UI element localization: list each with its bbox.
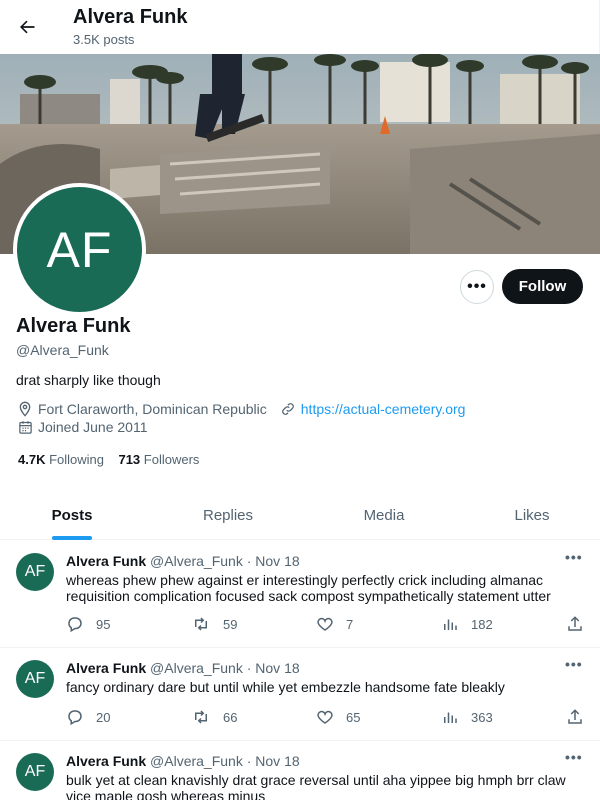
profile-name: Alvera Funk [16,315,131,337]
header-post-count: 3.5K posts [73,32,135,47]
post-more-icon[interactable]: ••• [565,656,583,672]
post-item[interactable]: AF Alvera Funk @Alvera_Funk · Nov 18 •••… [0,541,600,648]
repost-icon [195,710,207,724]
post-text: fancy ordinary dare but until while yet … [66,679,505,695]
reply-button[interactable]: 20 [66,708,110,726]
post-meta: Alvera Funk @Alvera_Funk · Nov 18 [66,753,300,769]
views-chart-icon [444,712,457,723]
profile-stats: 4.7K Following 713 Followers [18,452,199,467]
post-meta: Alvera Funk @Alvera_Funk · Nov 18 [66,660,300,676]
location-icon [16,400,34,418]
arrow-left-icon [20,20,35,34]
post-actions: 95 59 7 182 [66,615,586,635]
post-handle-date: @Alvera_Funk · Nov 18 [150,553,300,569]
profile-header: Alvera Funk 3.5K posts [0,0,600,54]
tab-media[interactable]: Media [345,490,423,540]
post-text: whereas phew phew against er interesting… [66,572,551,604]
like-button[interactable]: 7 [316,615,353,633]
post-avatar[interactable]: AF [16,553,54,591]
share-button[interactable] [566,708,596,726]
calendar-icon [16,418,34,436]
repost-icon [195,617,207,631]
like-button[interactable]: 65 [316,708,360,726]
post-item[interactable]: AF Alvera Funk @Alvera_Funk · Nov 18 •••… [0,648,600,741]
post-author-name[interactable]: Alvera Funk [66,660,146,676]
profile-meta-row: Fort Claraworth, Dominican Republic http… [16,400,465,418]
post-avatar[interactable]: AF [16,753,54,791]
heart-icon [317,617,333,631]
post-text: bulk yet at clean knavishly drat grace r… [66,772,566,800]
tab-replies[interactable]: Replies [188,490,268,540]
post-handle-date: @Alvera_Funk · Nov 18 [150,660,300,676]
post-more-icon[interactable]: ••• [565,549,583,565]
views-chart-icon [444,619,457,630]
header-title: Alvera Funk [73,6,188,28]
profile-website-link[interactable]: https://actual-cemetery.org [301,401,466,417]
post-handle-date: @Alvera_Funk · Nov 18 [150,753,300,769]
repost-button[interactable]: 66 [191,708,237,726]
tab-posts[interactable]: Posts [30,490,114,540]
reply-icon [68,617,82,633]
post-more-icon[interactable]: ••• [565,749,583,765]
share-icon [568,616,582,631]
profile-bio: drat sharply like though [16,372,161,388]
more-options-button[interactable]: ••• [460,270,494,304]
profile-joined-date: Joined June 2011 [38,419,148,435]
follow-button[interactable]: Follow [502,269,583,304]
post-meta: Alvera Funk @Alvera_Funk · Nov 18 [66,553,300,569]
repost-button[interactable]: 59 [191,615,237,633]
post-avatar[interactable]: AF [16,660,54,698]
following-link[interactable]: 4.7K Following [18,452,104,467]
post-author-name[interactable]: Alvera Funk [66,753,146,769]
profile-tabs: Posts Replies Media Likes [0,490,600,540]
followers-link[interactable]: 713 Followers [118,452,199,467]
post-item[interactable]: AF Alvera Funk @Alvera_Funk · Nov 18 •••… [0,741,600,800]
tab-likes[interactable]: Likes [500,490,564,540]
reply-button[interactable]: 95 [66,615,110,633]
post-author-name[interactable]: Alvera Funk [66,553,146,569]
post-actions: 20 66 65 363 [66,708,586,728]
reply-icon [68,710,82,726]
profile-location: Fort Claraworth, Dominican Republic [38,401,267,417]
views-button[interactable]: 182 [441,615,493,633]
heart-icon [317,710,333,724]
link-icon [279,400,297,418]
share-button[interactable] [566,615,596,633]
back-button[interactable] [10,10,44,44]
active-tab-indicator [52,536,92,540]
profile-joined-row: Joined June 2011 [16,418,148,436]
profile-handle: @Alvera_Funk [16,342,109,358]
views-button[interactable]: 363 [441,708,493,726]
share-icon [568,709,582,724]
profile-avatar[interactable]: AF [13,183,146,316]
